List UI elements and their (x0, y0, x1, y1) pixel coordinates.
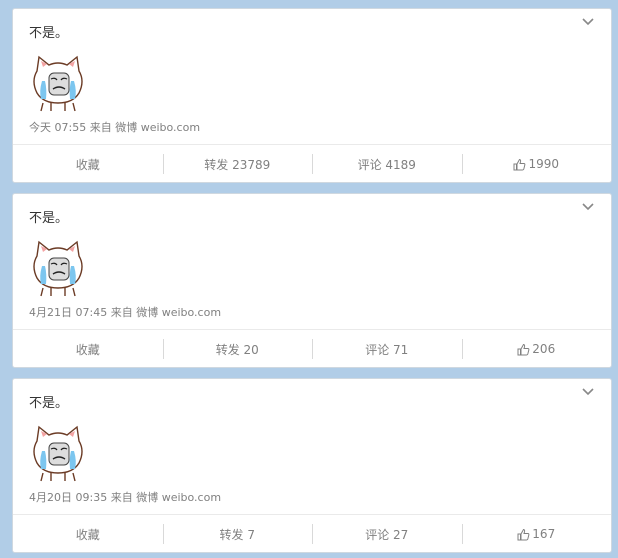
favorite-label: 收藏 (75, 527, 100, 542)
post-source[interactable]: 微博 weibo.com (136, 491, 221, 504)
favorite-button[interactable]: 收藏 (13, 145, 163, 183)
post-meta: 今天 07:55 来自 微博 weibo.com (29, 119, 200, 135)
comment-button[interactable]: 评论 27 (312, 515, 462, 553)
chevron-down-icon[interactable] (581, 387, 595, 397)
like-count: 206 (532, 342, 556, 356)
from-label: 来自 (110, 491, 133, 504)
like-button[interactable]: 167 (461, 515, 612, 553)
chevron-down-icon[interactable] (581, 202, 595, 212)
repost-label: 转发 23789 (204, 157, 271, 172)
comment-button[interactable]: 评论 4189 (312, 145, 462, 183)
crying-cat-emoji-icon (33, 425, 83, 482)
post-card: 不是。 4月20日 09:35 来自 微博 weibo.com 收藏 转发 7 … (12, 378, 612, 553)
action-bar: 收藏 转发 20 评论 71 206 (13, 329, 611, 368)
crying-cat-emoji-icon (33, 55, 83, 112)
repost-label: 转发 20 (215, 342, 259, 357)
favorite-button[interactable]: 收藏 (13, 515, 163, 553)
post-text: 不是。 (29, 211, 69, 226)
post-meta: 4月20日 09:35 来自 微博 weibo.com (29, 489, 221, 505)
like-button[interactable]: 1990 (461, 145, 612, 183)
post-meta: 4月21日 07:45 来自 微博 weibo.com (29, 304, 221, 320)
comment-button[interactable]: 评论 71 (312, 330, 462, 368)
favorite-label: 收藏 (75, 342, 100, 357)
like-count: 1990 (528, 157, 560, 171)
post-time[interactable]: 4月21日 07:45 (29, 306, 107, 319)
post-source[interactable]: 微博 weibo.com (115, 121, 200, 134)
like-button[interactable]: 206 (461, 330, 612, 368)
action-bar: 收藏 转发 7 评论 27 167 (13, 514, 611, 553)
comment-label: 评论 4189 (357, 157, 416, 172)
like-count: 167 (532, 527, 556, 541)
repost-button[interactable]: 转发 7 (162, 515, 313, 553)
chevron-down-icon[interactable] (581, 17, 595, 27)
post-time[interactable]: 4月20日 09:35 (29, 491, 107, 504)
crying-cat-emoji-icon (33, 240, 83, 297)
post-source[interactable]: 微博 weibo.com (136, 306, 221, 319)
post-text: 不是。 (29, 396, 69, 411)
thumbs-up-icon (517, 343, 530, 355)
thumbs-up-icon (513, 158, 526, 170)
repost-button[interactable]: 转发 20 (162, 330, 313, 368)
from-label: 来自 (89, 121, 112, 134)
favorite-button[interactable]: 收藏 (13, 330, 163, 368)
thumbs-up-icon (517, 528, 530, 540)
action-bar: 收藏 转发 23789 评论 4189 1990 (13, 144, 611, 183)
comment-label: 评论 27 (365, 527, 409, 542)
repost-label: 转发 7 (219, 527, 255, 542)
post-time[interactable]: 今天 07:55 (29, 121, 86, 134)
from-label: 来自 (110, 306, 133, 319)
favorite-label: 收藏 (75, 157, 100, 172)
comment-label: 评论 71 (365, 342, 409, 357)
repost-button[interactable]: 转发 23789 (162, 145, 313, 183)
post-card: 不是。 今天 07:55 来自 微博 weibo.com 收藏 转发 23789… (12, 8, 612, 183)
post-card: 不是。 4月21日 07:45 来自 微博 weibo.com 收藏 转发 20… (12, 193, 612, 368)
post-text: 不是。 (29, 26, 69, 41)
